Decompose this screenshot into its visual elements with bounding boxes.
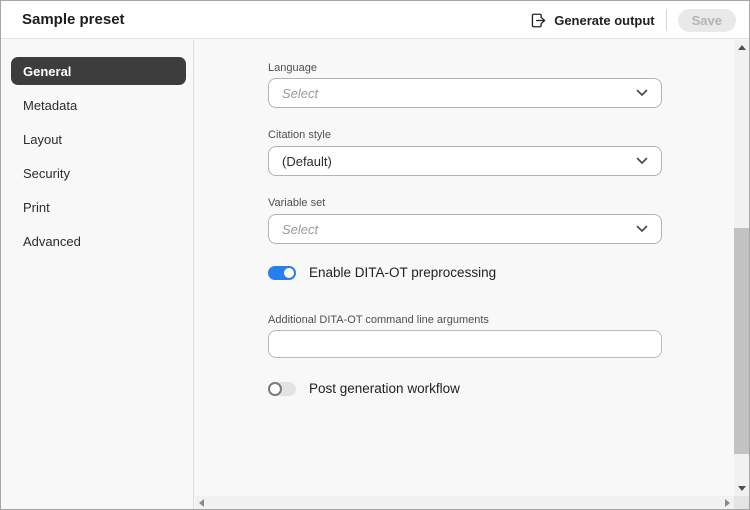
sidebar-item-metadata[interactable]: Metadata [11,91,186,119]
scroll-down-arrow[interactable] [734,481,749,496]
dita-preprocessing-label: Enable DITA-OT preprocessing [309,265,496,280]
variable-set-select[interactable]: Select [268,214,662,244]
vertical-scrollbar[interactable] [734,40,749,496]
export-output-icon [530,12,547,29]
chevron-down-icon [636,225,648,233]
language-select-placeholder: Select [269,86,636,101]
chevron-down-icon [636,89,648,97]
scroll-left-arrow[interactable] [195,496,208,509]
header-divider [666,9,667,31]
scroll-right-arrow[interactable] [721,496,734,509]
generate-output-button[interactable]: Generate output [530,12,654,29]
toggle-knob [284,268,294,278]
citation-style-label: Citation style [268,129,331,141]
general-settings-panel: Language Select Citation style (Default)… [195,40,734,496]
sidebar-item-advanced[interactable]: Advanced [11,227,186,255]
header-actions: Generate output Save [530,1,736,39]
sidebar-item-print[interactable]: Print [11,193,186,221]
post-generation-row: Post generation workflow [268,381,460,396]
sidebar-item-general[interactable]: General [11,57,186,85]
toggle-knob [268,382,282,396]
settings-sidebar: General Metadata Layout Security Print A… [1,40,194,509]
variable-set-placeholder: Select [269,222,636,237]
horizontal-scrollbar[interactable] [195,496,734,509]
citation-style-select[interactable]: (Default) [268,146,662,176]
vertical-scrollbar-thumb[interactable] [734,228,749,454]
sidebar-item-layout[interactable]: Layout [11,125,186,153]
sidebar-item-security[interactable]: Security [11,159,186,187]
dita-preprocessing-toggle[interactable] [268,266,296,280]
chevron-down-icon [636,157,648,165]
header: Sample preset Generate output Save [1,1,749,39]
scrollbar-corner [734,496,749,509]
post-generation-toggle[interactable] [268,382,296,396]
dita-preprocessing-row: Enable DITA-OT preprocessing [268,265,496,280]
language-select[interactable]: Select [268,78,662,108]
post-generation-label: Post generation workflow [309,381,460,396]
scroll-up-arrow[interactable] [734,40,749,55]
dita-arguments-label: Additional DITA-OT command line argument… [268,314,489,326]
variable-set-label: Variable set [268,197,325,209]
dita-arguments-input[interactable] [268,330,662,358]
citation-style-value: (Default) [269,154,636,169]
language-label: Language [268,62,317,74]
save-button[interactable]: Save [678,9,736,32]
generate-output-label: Generate output [554,13,654,28]
page-title: Sample preset [22,11,125,28]
output-preset-window: Sample preset Generate output Save Gener… [0,0,750,510]
